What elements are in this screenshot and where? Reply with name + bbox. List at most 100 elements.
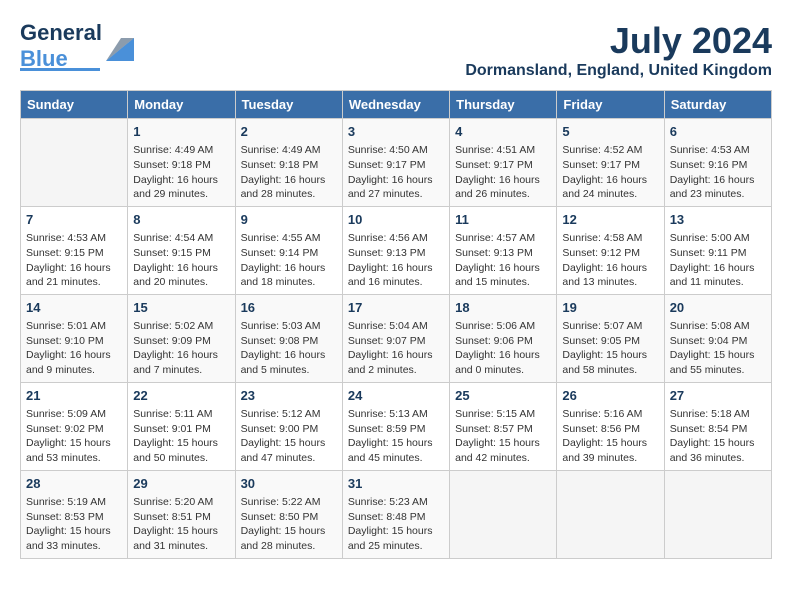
cell-content-line: Sunset: 9:02 PM — [26, 422, 122, 437]
cell-content-line: Sunrise: 5:03 AM — [241, 319, 337, 334]
cell-content-line: and 29 minutes. — [133, 187, 229, 202]
cell-content-line: Sunrise: 4:58 AM — [562, 231, 658, 246]
cell-content-line: and 45 minutes. — [348, 451, 444, 466]
calendar-cell: 17Sunrise: 5:04 AMSunset: 9:07 PMDayligh… — [342, 294, 449, 382]
location: Dormansland, England, United Kingdom — [465, 62, 772, 80]
cell-content-line: Daylight: 15 hours — [670, 348, 766, 363]
day-number: 8 — [133, 211, 229, 229]
day-number: 20 — [670, 299, 766, 317]
day-of-week-header: Sunday — [21, 91, 128, 119]
cell-content-line: Sunset: 9:08 PM — [241, 334, 337, 349]
calendar-week-row: 14Sunrise: 5:01 AMSunset: 9:10 PMDayligh… — [21, 294, 772, 382]
cell-content-line: Sunrise: 5:07 AM — [562, 319, 658, 334]
cell-content-line: Daylight: 16 hours — [26, 261, 122, 276]
calendar-week-row: 1Sunrise: 4:49 AMSunset: 9:18 PMDaylight… — [21, 119, 772, 207]
cell-content-line: Sunrise: 5:11 AM — [133, 407, 229, 422]
calendar-cell: 12Sunrise: 4:58 AMSunset: 9:12 PMDayligh… — [557, 206, 664, 294]
cell-content-line: and 25 minutes. — [348, 539, 444, 554]
cell-content-line: Sunset: 9:13 PM — [348, 246, 444, 261]
calendar-cell: 24Sunrise: 5:13 AMSunset: 8:59 PMDayligh… — [342, 382, 449, 470]
cell-content-line: and 28 minutes. — [241, 187, 337, 202]
day-number: 27 — [670, 387, 766, 405]
day-number: 7 — [26, 211, 122, 229]
cell-content-line: Daylight: 16 hours — [455, 173, 551, 188]
day-number: 23 — [241, 387, 337, 405]
calendar-cell: 6Sunrise: 4:53 AMSunset: 9:16 PMDaylight… — [664, 119, 771, 207]
cell-content-line: and 7 minutes. — [133, 363, 229, 378]
cell-content-line: Daylight: 15 hours — [241, 524, 337, 539]
cell-content-line: Sunrise: 4:49 AM — [133, 143, 229, 158]
calendar-cell: 7Sunrise: 4:53 AMSunset: 9:15 PMDaylight… — [21, 206, 128, 294]
day-number: 13 — [670, 211, 766, 229]
cell-content-line: Daylight: 16 hours — [670, 261, 766, 276]
day-of-week-header: Thursday — [450, 91, 557, 119]
cell-content-line: Daylight: 16 hours — [348, 348, 444, 363]
calendar-cell: 26Sunrise: 5:16 AMSunset: 8:56 PMDayligh… — [557, 382, 664, 470]
cell-content-line: and 39 minutes. — [562, 451, 658, 466]
cell-content-line: Daylight: 16 hours — [562, 173, 658, 188]
cell-content-line: Sunrise: 4:49 AM — [241, 143, 337, 158]
cell-content-line: and 36 minutes. — [670, 451, 766, 466]
day-number: 16 — [241, 299, 337, 317]
cell-content-line: and 16 minutes. — [348, 275, 444, 290]
calendar-cell: 25Sunrise: 5:15 AMSunset: 8:57 PMDayligh… — [450, 382, 557, 470]
calendar-cell: 2Sunrise: 4:49 AMSunset: 9:18 PMDaylight… — [235, 119, 342, 207]
cell-content-line: and 11 minutes. — [670, 275, 766, 290]
cell-content-line: and 55 minutes. — [670, 363, 766, 378]
cell-content-line: and 28 minutes. — [241, 539, 337, 554]
cell-content-line: Sunrise: 4:51 AM — [455, 143, 551, 158]
day-number: 21 — [26, 387, 122, 405]
cell-content-line: and 23 minutes. — [670, 187, 766, 202]
day-number: 17 — [348, 299, 444, 317]
cell-content-line: Sunrise: 4:57 AM — [455, 231, 551, 246]
cell-content-line: Sunset: 9:01 PM — [133, 422, 229, 437]
cell-content-line: Sunset: 9:16 PM — [670, 158, 766, 173]
day-number: 26 — [562, 387, 658, 405]
cell-content-line: and 9 minutes. — [26, 363, 122, 378]
calendar-cell: 8Sunrise: 4:54 AMSunset: 9:15 PMDaylight… — [128, 206, 235, 294]
day-number: 31 — [348, 475, 444, 493]
cell-content-line: Daylight: 15 hours — [26, 524, 122, 539]
logo-icon — [106, 33, 136, 63]
cell-content-line: Daylight: 15 hours — [348, 524, 444, 539]
day-number: 22 — [133, 387, 229, 405]
cell-content-line: Sunrise: 4:53 AM — [670, 143, 766, 158]
calendar-cell: 30Sunrise: 5:22 AMSunset: 8:50 PMDayligh… — [235, 470, 342, 558]
cell-content-line: Daylight: 16 hours — [133, 173, 229, 188]
cell-content-line: Sunset: 9:14 PM — [241, 246, 337, 261]
calendar-cell: 29Sunrise: 5:20 AMSunset: 8:51 PMDayligh… — [128, 470, 235, 558]
cell-content-line: Sunrise: 4:50 AM — [348, 143, 444, 158]
calendar-cell: 3Sunrise: 4:50 AMSunset: 9:17 PMDaylight… — [342, 119, 449, 207]
cell-content-line: Sunrise: 5:15 AM — [455, 407, 551, 422]
cell-content-line: and 31 minutes. — [133, 539, 229, 554]
calendar-cell: 4Sunrise: 4:51 AMSunset: 9:17 PMDaylight… — [450, 119, 557, 207]
cell-content-line: and 5 minutes. — [241, 363, 337, 378]
cell-content-line: Sunset: 8:54 PM — [670, 422, 766, 437]
calendar-week-row: 7Sunrise: 4:53 AMSunset: 9:15 PMDaylight… — [21, 206, 772, 294]
cell-content-line: Sunset: 9:15 PM — [133, 246, 229, 261]
cell-content-line: Sunset: 8:48 PM — [348, 510, 444, 525]
cell-content-line: Sunset: 9:05 PM — [562, 334, 658, 349]
day-number: 2 — [241, 123, 337, 141]
cell-content-line: Sunrise: 5:12 AM — [241, 407, 337, 422]
cell-content-line: and 26 minutes. — [455, 187, 551, 202]
logo-underline — [20, 68, 100, 71]
cell-content-line: Sunset: 9:17 PM — [562, 158, 658, 173]
cell-content-line: and 13 minutes. — [562, 275, 658, 290]
day-of-week-header: Friday — [557, 91, 664, 119]
cell-content-line: and 0 minutes. — [455, 363, 551, 378]
cell-content-line: Sunrise: 5:04 AM — [348, 319, 444, 334]
cell-content-line: Daylight: 15 hours — [455, 436, 551, 451]
cell-content-line: and 2 minutes. — [348, 363, 444, 378]
cell-content-line: Daylight: 16 hours — [133, 348, 229, 363]
day-number: 4 — [455, 123, 551, 141]
cell-content-line: Daylight: 15 hours — [26, 436, 122, 451]
cell-content-line: and 24 minutes. — [562, 187, 658, 202]
calendar-cell — [557, 470, 664, 558]
cell-content-line: and 47 minutes. — [241, 451, 337, 466]
calendar-week-row: 28Sunrise: 5:19 AMSunset: 8:53 PMDayligh… — [21, 470, 772, 558]
calendar-cell — [450, 470, 557, 558]
cell-content-line: Daylight: 15 hours — [133, 436, 229, 451]
cell-content-line: and 21 minutes. — [26, 275, 122, 290]
cell-content-line: Sunrise: 4:56 AM — [348, 231, 444, 246]
